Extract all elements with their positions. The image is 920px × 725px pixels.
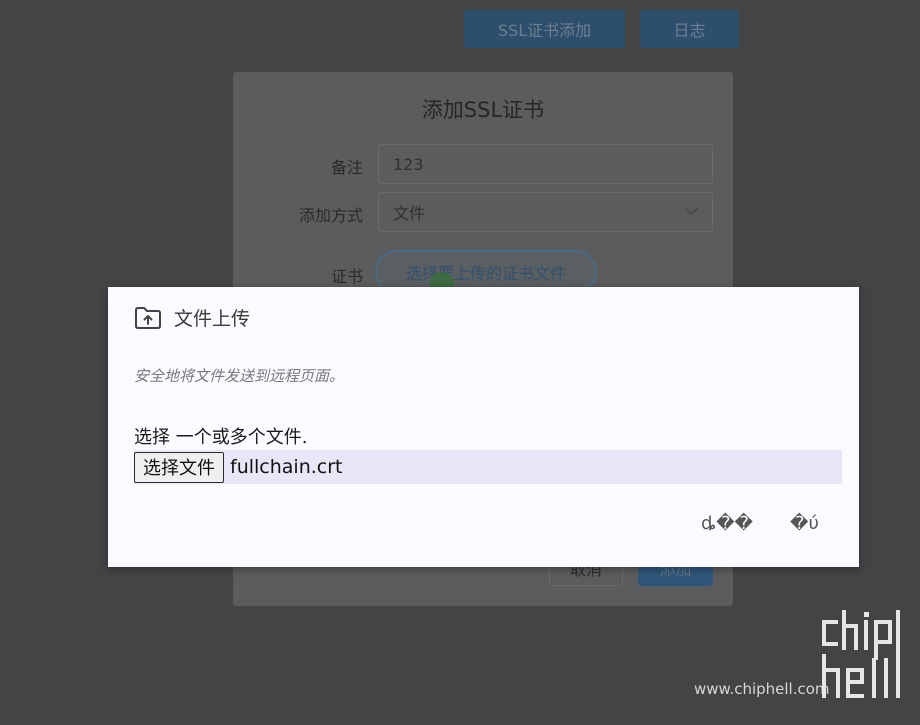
selected-file-name: fullchain.crt [230,456,343,478]
file-input-row: 选择文件 fullchain.crt [134,450,842,484]
method-select[interactable]: 文件 [378,192,713,232]
chevron-down-icon [685,202,698,215]
chiphell-logo [818,608,910,708]
remark-input[interactable]: 123 [378,144,713,184]
remark-value: 123 [393,154,424,174]
upload-title: 文件上传 [174,308,251,330]
cert-label: 证书 [330,267,363,286]
file-upload-dialog: 文件上传 安全地将文件发送到远程页面。 选择 一个或多个文件. 选择文件 ful… [108,287,859,567]
log-button[interactable]: 日志 [640,10,739,48]
upload-header: 文件上传 [134,304,250,331]
method-label: 添加方式 [298,206,363,225]
folder-upload-icon [134,306,162,330]
upload-cancel-button[interactable]: ȡ�� [701,513,753,534]
add-ssl-dialog-title: 添加SSL证书 [421,98,545,122]
upload-description: 安全地将文件发送到远程页面。 [134,367,345,385]
ssl-add-button[interactable]: SSL证书添加 [464,10,625,48]
choose-file-button[interactable]: 选择文件 [134,451,224,483]
upload-instruction: 选择 一个或多个文件. [134,427,308,448]
method-value: 文件 [393,204,426,223]
remark-label: 备注 [330,158,363,177]
upload-submit-button[interactable]: �ύ [790,513,819,534]
watermark-site: www.chiphell.com [694,680,830,698]
